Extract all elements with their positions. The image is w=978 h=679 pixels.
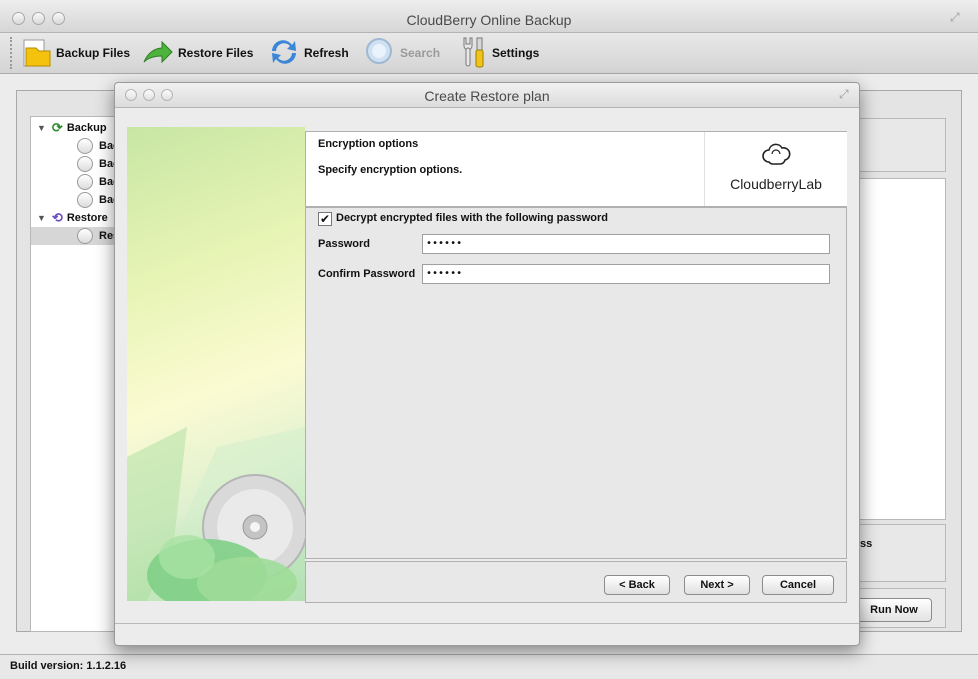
decrypt-checkbox-label[interactable]: Decrypt encrypted files with the followi… <box>336 212 608 224</box>
purple-restore-icon: ⟲ <box>51 210 63 225</box>
settings-button[interactable]: Settings <box>458 35 539 71</box>
step-subtitle: Specify encryption options. <box>318 164 463 176</box>
password-field[interactable]: •••••• <box>422 234 830 254</box>
window-title: CloudBerry Online Backup <box>406 12 572 28</box>
folder-icon <box>22 36 52 71</box>
search-button[interactable]: Search <box>364 35 440 71</box>
refresh-icon <box>268 37 300 70</box>
right-details-panel <box>858 178 946 520</box>
wizard-side-illustration <box>127 127 305 601</box>
dialog-divider <box>115 623 859 624</box>
right-info-panel <box>858 118 946 172</box>
backup-files-label: Backup Files <box>56 46 131 60</box>
green-refresh-icon: ⟳ <box>51 120 63 135</box>
plan-status-icon <box>77 228 93 244</box>
next-button[interactable]: Next > <box>684 575 750 595</box>
refresh-label: Refresh <box>304 46 349 60</box>
cd-cloud-illustration <box>127 427 305 601</box>
progress-label: ss <box>860 538 873 550</box>
fullscreen-icon[interactable]: ⤢ <box>950 10 960 25</box>
dialog-fullscreen-icon[interactable]: ⤢ <box>839 87 849 102</box>
password-label: Password <box>318 238 370 250</box>
tree-label-restore: Restore <box>66 212 108 224</box>
right-progress-panel <box>858 524 946 582</box>
restore-files-button[interactable]: Restore Files <box>142 35 253 71</box>
backup-files-button[interactable]: Backup Files <box>22 35 130 71</box>
toolbar-grip[interactable] <box>10 37 14 69</box>
cloudberry-logo-icon <box>761 140 791 171</box>
disclosure-triangle-icon[interactable]: ▼ <box>37 213 46 223</box>
green-arrow-icon <box>142 38 174 69</box>
back-button[interactable]: < Back <box>604 575 670 595</box>
search-label: Search <box>400 46 441 60</box>
plan-status-icon <box>77 156 93 172</box>
step-title: Encryption options <box>318 138 419 150</box>
brand-logo-area: CloudberryLab <box>704 132 847 206</box>
disclosure-triangle-icon[interactable]: ▼ <box>37 123 46 133</box>
confirm-password-field[interactable]: •••••• <box>422 264 830 284</box>
restore-files-label: Restore Files <box>178 46 254 60</box>
create-restore-plan-dialog: Create Restore plan ⤢ Encryption options… <box>114 82 860 646</box>
wizard-header: Encryption options Specify encryption op… <box>305 131 847 207</box>
run-now-button[interactable]: Run Now <box>856 598 932 622</box>
tools-icon <box>458 35 488 72</box>
status-bar: Build version: 1.1.2.16 <box>0 654 978 679</box>
brand-name: CloudberryLab <box>730 176 822 192</box>
dialog-titlebar[interactable]: Create Restore plan ⤢ <box>115 83 859 108</box>
refresh-button[interactable]: Refresh <box>268 35 349 71</box>
tree-label-backup: Backup <box>66 122 107 134</box>
plan-status-icon <box>77 192 93 208</box>
decrypt-checkbox[interactable]: ✔ <box>318 212 332 226</box>
build-version: Build version: 1.1.2.16 <box>10 660 127 672</box>
toolbar: Backup Files Restore Files Refresh Searc… <box>0 33 978 74</box>
dialog-title: Create Restore plan <box>424 88 550 104</box>
main-titlebar[interactable]: CloudBerry Online Backup ⤢ <box>0 0 978 33</box>
wizard-button-bar: < Back Next > Cancel <box>305 561 847 603</box>
cancel-button[interactable]: Cancel <box>762 575 834 595</box>
plan-status-icon <box>77 138 93 154</box>
settings-label: Settings <box>492 46 540 60</box>
encryption-form: ✔ Decrypt encrypted files with the follo… <box>305 207 847 559</box>
plan-status-icon <box>77 174 93 190</box>
confirm-password-label: Confirm Password <box>318 268 416 280</box>
magnifier-icon <box>364 36 396 71</box>
